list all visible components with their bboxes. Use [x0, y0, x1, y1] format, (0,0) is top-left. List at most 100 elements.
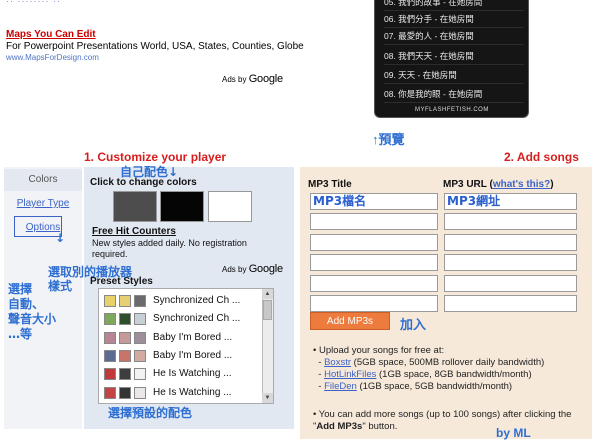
preset-styles-list[interactable]: Synchronized Ch ... Synchronized Ch ... Ba… — [98, 288, 274, 404]
preset-color-chip — [104, 368, 116, 381]
preset-color-chip — [119, 386, 131, 399]
annotation-options: 選擇 自動、 聲音大小 …等 — [8, 282, 57, 341]
playlist-row[interactable]: 05. 我們的故事 - 在她房間 — [384, 0, 524, 11]
mp3-url-input[interactable]: MP3網址 — [444, 193, 577, 210]
step-customize-heading: 1. Customize your player — [84, 150, 227, 164]
mp3-title-input[interactable] — [310, 233, 438, 251]
ad-ellipsis: ·· ········ ·· — [6, 0, 61, 6]
playlist-row[interactable]: 06. 我們分手 - 在她房間 — [384, 11, 524, 28]
host-link-hotlinkfiles[interactable]: HotLinkFiles — [324, 369, 376, 380]
host-desc: (1GB space, 8GB bandwidth/month) — [376, 369, 532, 380]
playlist-row[interactable]: 09. 天天 - 在她房間 — [384, 67, 524, 84]
google-logo-text: Google — [248, 73, 283, 85]
preset-style-row[interactable]: Baby I'm Bored ... — [99, 329, 265, 347]
counters-description: New styles added daily. No registration … — [92, 238, 247, 259]
preset-color-chip — [104, 295, 116, 307]
preset-style-name: Synchronized Ch ... — [153, 295, 241, 306]
annotation-signature: by ML — [496, 426, 531, 440]
ad-url-link[interactable]: www.MapsForDesign.com — [6, 53, 99, 62]
mp3-title-input[interactable] — [310, 213, 438, 231]
annotation-own-color: 自己配色↓ — [120, 165, 179, 179]
preset-style-name: He Is Watching ... — [153, 386, 232, 398]
ads-by-label: Ads by — [222, 265, 247, 274]
host-line: - HotLinkFiles (1GB space, 8GB bandwidth… — [313, 369, 532, 380]
mp3-title-input[interactable] — [310, 295, 438, 312]
host-desc: (1GB space, 5GB bandwidth/month) — [356, 381, 513, 392]
upload-info: • Upload your songs for free at: - Boxst… — [313, 345, 595, 393]
preset-color-chip — [134, 368, 146, 381]
preset-style-row[interactable]: Synchronized Ch ... — [99, 292, 265, 310]
preset-color-chip — [119, 295, 131, 307]
ad-title-link[interactable]: Maps You Can Edit — [6, 29, 96, 40]
ads-by-label: Ads by — [222, 75, 247, 84]
preset-color-chip — [119, 349, 131, 362]
player-brand: MYFLASHFETISH.COM — [415, 107, 489, 113]
mp3-url-input[interactable] — [444, 254, 577, 272]
preset-color-chip — [104, 386, 116, 399]
preset-style-row[interactable]: Baby I'm Bored ... — [99, 347, 265, 365]
host-link-boxstr[interactable]: Boxstr — [324, 357, 351, 368]
mp3-url-label: MP3 URL — [443, 179, 487, 190]
preset-color-chip — [134, 349, 146, 362]
annotation-preview: ↑預覽 — [372, 132, 405, 147]
ads-by-google-middle[interactable]: Ads by Google — [222, 263, 283, 275]
scroll-up-arrow-icon[interactable]: ▲ — [262, 289, 273, 299]
add-mp3s-button[interactable]: Add MP3s — [310, 312, 390, 330]
preset-style-name: He Is Watching ... — [153, 368, 232, 380]
mp3-url-input[interactable] — [444, 295, 577, 312]
ad-description: For Powerpoint Presentations World, USA,… — [6, 41, 304, 52]
preset-style-row[interactable]: Synchronized Ch ... — [99, 310, 265, 328]
whats-this-link[interactable]: what's this? — [493, 179, 550, 190]
color-swatch-background[interactable] — [113, 191, 157, 222]
mp3-url-input[interactable] — [444, 274, 577, 292]
host-link-fileden[interactable]: FileDen — [324, 381, 357, 392]
upload-intro: • Upload your songs for free at: — [313, 345, 445, 356]
annotation-preset: 選擇預設的配色 — [108, 406, 193, 420]
color-swatch-text[interactable] — [208, 191, 252, 222]
tab-colors[interactable]: Colors — [4, 169, 82, 191]
preset-color-chip — [119, 331, 131, 344]
playlist-row[interactable]: 08. 你是我的眼 - 在她房間 — [384, 86, 524, 103]
annotation-arrow-down: ↓ — [55, 231, 66, 245]
annotation-add: 加入 — [400, 317, 427, 332]
host-line: - Boxstr (5GB space, 500MB rollover dail… — [313, 357, 545, 368]
mp3-title-input[interactable] — [310, 274, 438, 292]
mp3-url-input[interactable] — [444, 213, 577, 231]
mp3-url-input[interactable] — [444, 233, 577, 251]
more-songs-note: • You can add more songs (up to 100 song… — [313, 409, 595, 433]
ads-by-google-top[interactable]: Ads by Google — [222, 73, 283, 85]
google-logo-text: Google — [248, 263, 283, 275]
annotation-choose-player: 選取別的播放器 樣式 — [48, 265, 133, 293]
more-songs-suffix: " button. — [362, 421, 398, 432]
preset-style-row[interactable]: He Is Watching ... — [99, 384, 265, 402]
playlist-row[interactable]: 07. 最愛的人 - 在她房間 — [384, 28, 524, 45]
preset-color-chip — [119, 368, 131, 381]
preset-color-chip — [134, 331, 146, 344]
preset-style-name: Baby I'm Bored ... — [153, 349, 233, 361]
scroll-thumb[interactable] — [263, 300, 272, 320]
host-desc: (5GB space, 500MB rollover daily bandwid… — [351, 357, 545, 368]
mp3-title-input[interactable]: MP3檔名 — [310, 193, 438, 210]
player-preview[interactable]: 05. 我們的故事 - 在她房間 06. 我們分手 - 在她房間 07. 最愛的… — [374, 0, 529, 118]
playlist-row[interactable]: 08. 我們天天 - 在她房間 — [384, 48, 524, 65]
mp3-title-input[interactable] — [310, 254, 438, 272]
mp3-title-header: MP3 Title — [308, 179, 352, 190]
step-add-songs-heading: 2. Add songs — [504, 150, 579, 164]
more-songs-bold: Add MP3s — [316, 421, 363, 432]
preset-color-chip — [104, 313, 116, 326]
host-line: - FileDen (1GB space, 5GB bandwidth/mont… — [313, 381, 513, 392]
tab-player-type[interactable]: Player Type — [4, 193, 82, 215]
preset-color-chip — [134, 386, 146, 399]
preset-color-chip — [119, 313, 131, 326]
scroll-down-arrow-icon[interactable]: ▼ — [262, 393, 273, 403]
preset-color-chip — [104, 331, 116, 344]
preset-color-chip — [104, 349, 116, 362]
mp3-url-header: MP3 URL (what's this?) — [443, 179, 554, 190]
preset-color-chip — [134, 313, 146, 326]
preset-color-chip — [134, 295, 146, 307]
preset-style-name: Synchronized Ch ... — [153, 313, 241, 325]
preset-style-row[interactable]: He Is Watching ... — [99, 365, 265, 383]
free-hit-counters-link[interactable]: Free Hit Counters — [92, 226, 176, 237]
color-swatch-body[interactable] — [160, 191, 204, 222]
preset-style-name: Baby I'm Bored ... — [153, 331, 233, 343]
